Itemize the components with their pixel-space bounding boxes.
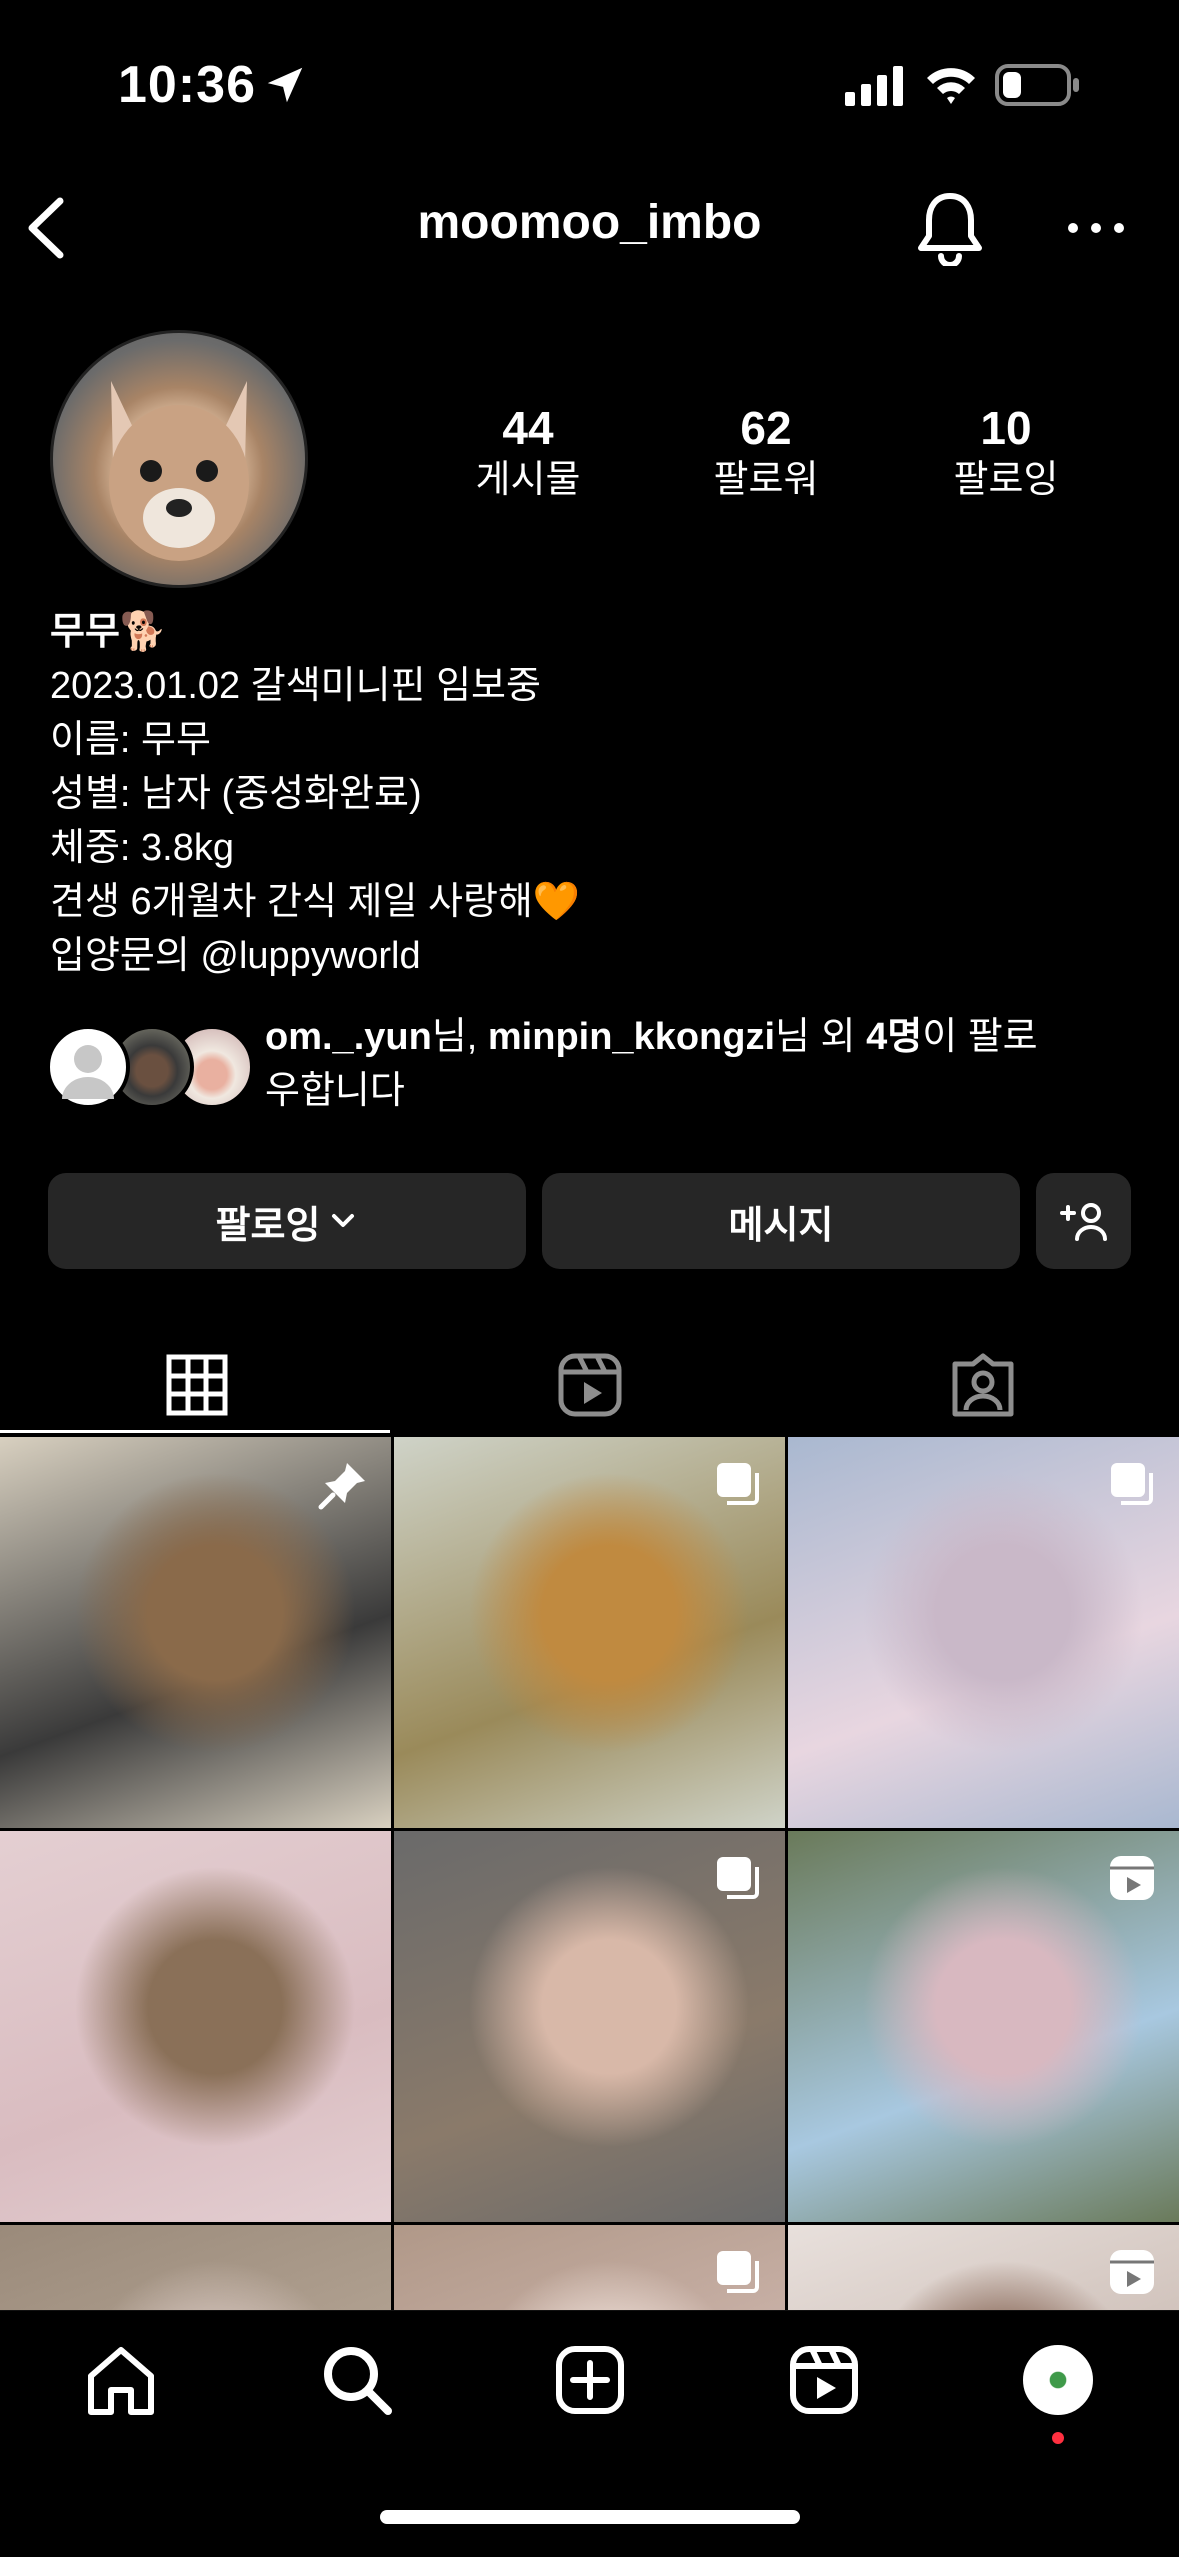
nav-profile[interactable] [940,2310,1176,2450]
mutual-follower-name: om._.yun [265,1016,432,1058]
bio-line: 성별: 남자 (중성화완료) [50,773,422,815]
message-button-label: 메시지 [728,1204,834,1247]
stat-followers-label: 팔로워 [713,459,819,501]
tagged-user-icon [952,1353,1013,1417]
posts-grid [0,1437,1179,2310]
profile-username: moomoo_imbo [417,196,762,249]
carousel-icon [713,1853,763,1908]
stat-posts-label: 게시물 [475,459,581,501]
profile-bio: 무무🐕 2023.01.02 갈색미니핀 임보중 이름: 무무 성별: 남자 (… [50,605,580,983]
stat-posts[interactable]: 44 게시물 [428,400,628,504]
reels-icon [558,1353,621,1417]
carousel-icon [1107,1459,1157,1514]
followed-by-text[interactable]: om._.yun님, minpin_kkongzi님 외 4명이 팔로 우합니다 [265,1010,1125,1118]
stat-posts-count: 44 [502,402,554,454]
tab-grid[interactable] [0,1340,393,1430]
profile-display-name: 무무🐕 [50,611,168,653]
post-thumbnail[interactable] [0,1831,391,2222]
post-thumbnail[interactable] [0,1437,391,1828]
nav-home[interactable] [3,2310,239,2450]
status-time: 10:36 [118,56,256,114]
suggest-people-button[interactable] [1036,1173,1131,1269]
followed-by-suffix: 우합니다 [265,1070,405,1112]
post-thumbnail[interactable] [788,2225,1179,2310]
followed-by-separator: 님 외 [775,1016,867,1058]
stat-followers[interactable]: 62 팔로워 [666,400,866,504]
post-thumbnail[interactable] [394,1437,785,1828]
bio-line: 2023.01.02 갈색미니핀 임보중 [50,665,541,707]
post-thumbnail[interactable] [394,1831,785,2222]
reel-icon [1107,1853,1157,1908]
stat-following[interactable]: 10 팔로잉 [906,400,1106,504]
more-options-icon[interactable] [1065,220,1127,236]
search-icon [324,2347,392,2415]
nav-create[interactable] [472,2310,708,2450]
notification-bell-icon[interactable] [915,190,985,266]
reel-icon [1107,2247,1157,2302]
grid-icon [166,1354,227,1416]
bio-line: 이름: 무무 [50,719,211,761]
reels-icon [790,2346,858,2414]
stat-following-count: 10 [980,402,1032,454]
nav-reels[interactable] [706,2310,942,2450]
dog-face-icon [109,381,249,561]
bio-line: 체중: 3.8kg [50,827,234,869]
bio-link-line[interactable]: 입양문의 @luppyworld [50,929,580,983]
notification-dot [1052,2432,1064,2444]
following-button-label: 팔로잉 [215,1204,321,1247]
wifi-icon [927,68,975,104]
tab-tagged[interactable] [786,1340,1179,1430]
location-arrow-icon [267,67,303,103]
pin-icon [317,1459,369,1516]
stat-followers-count: 62 [740,402,792,454]
post-thumbnail[interactable] [788,1437,1179,1828]
mutual-follower-count: 4명 [866,1016,923,1058]
battery-icon [995,64,1079,106]
home-icon [88,2347,154,2415]
followed-by-separator: 님, [431,1016,488,1058]
cellular-signal-icon [845,66,903,106]
tab-reels[interactable] [393,1340,786,1430]
post-thumbnail[interactable] [394,2225,785,2310]
profile-avatar-small [1023,2345,1093,2415]
chevron-down-icon [332,1214,355,1227]
post-thumbnail[interactable] [788,1831,1179,2222]
post-thumbnail[interactable] [0,2225,391,2310]
bio-line: 견생 6개월차 간식 제일 사랑해🧡 [50,881,581,923]
follower-avatar-default[interactable] [46,1025,130,1109]
active-tab-indicator [0,1430,390,1433]
message-button[interactable]: 메시지 [542,1173,1020,1269]
mutual-follower-name: minpin_kkongzi [487,1016,776,1058]
add-person-icon [1059,1203,1107,1241]
create-post-icon [556,2346,624,2414]
followed-by-suffix: 이 팔로 [922,1016,1038,1058]
default-user-icon [62,1045,114,1099]
following-button[interactable]: 팔로잉 [48,1173,526,1269]
home-indicator [380,2510,800,2524]
profile-avatar[interactable] [50,330,308,588]
nav-search[interactable] [239,2310,475,2450]
carousel-icon [713,1459,763,1514]
carousel-icon [713,2247,763,2302]
stat-following-label: 팔로잉 [953,459,1059,501]
